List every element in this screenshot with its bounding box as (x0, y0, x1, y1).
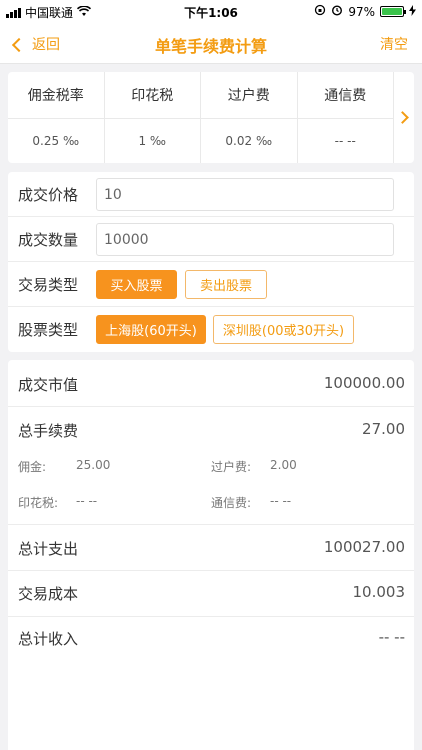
total-fee-label: 总手续费 (18, 422, 79, 440)
orientation-lock-icon (314, 4, 326, 19)
commission-label: 佣金: (18, 460, 47, 474)
rates-header-transfer: 过户费 (201, 72, 298, 118)
price-row: 成交价格 (8, 172, 414, 217)
rates-value-communication[interactable]: -- -- (298, 119, 394, 163)
input-form: 成交价格 成交数量 交易类型 买入股票 卖出股票 股票类型 上海股(60开头) … (8, 172, 414, 352)
price-label: 成交价格 (18, 186, 79, 204)
total-fee-value: 27.00 (362, 420, 405, 438)
total-expense-value: 100027.00 (323, 538, 405, 556)
shenzhen-stock-button[interactable]: 深圳股(00或30开头) (213, 315, 354, 344)
communication-fee-label: 通信费: (211, 496, 252, 510)
quantity-input[interactable] (96, 223, 394, 256)
rates-value-commission[interactable]: 0.25 ‰ (8, 119, 105, 163)
total-income-value: -- -- (378, 628, 405, 646)
sell-stock-button[interactable]: 卖出股票 (185, 270, 267, 299)
market-value-label: 成交市值 (18, 376, 79, 394)
transfer-fee-value: 2.00 (270, 458, 297, 472)
trade-cost-value: 10.003 (352, 583, 406, 601)
rates-value-stamp[interactable]: 1 ‰ (105, 119, 201, 163)
status-bar: 中国联通 下午1:06 97% (0, 0, 422, 24)
rates-value-row: 0.25 ‰ 1 ‰ 0.02 ‰ -- -- (8, 119, 394, 163)
results-card: 成交市值 100000.00 总手续费 27.00 佣金: 25.00 过户费:… (8, 360, 414, 750)
rates-header-communication: 通信费 (298, 72, 394, 118)
shanghai-stock-button[interactable]: 上海股(60开头) (96, 315, 206, 344)
stamp-tax-label: 印花税: (18, 496, 59, 510)
rates-table: 佣金税率 印花税 过户费 通信费 0.25 ‰ 1 ‰ 0.02 ‰ -- -- (8, 72, 394, 163)
trade-type-row: 交易类型 买入股票 卖出股票 (8, 262, 414, 307)
charging-icon (409, 4, 416, 19)
buy-stock-button[interactable]: 买入股票 (96, 270, 177, 299)
page-title: 单笔手续费计算 (154, 37, 267, 56)
commission-value: 25.00 (76, 458, 111, 472)
total-income-label: 总计收入 (18, 630, 79, 648)
price-input[interactable] (96, 178, 394, 211)
nav-bar: 返回 单笔手续费计算 清空 (0, 24, 422, 64)
alarm-icon (331, 4, 343, 19)
stock-type-row: 股票类型 上海股(60开头) 深圳股(00或30开头) (8, 307, 414, 352)
total-expense-label: 总计支出 (18, 540, 79, 558)
rates-scroll-right-button[interactable] (394, 72, 414, 163)
battery-percent: 97% (348, 4, 375, 19)
chevron-right-icon (395, 111, 409, 124)
rates-value-transfer[interactable]: 0.02 ‰ (201, 119, 298, 163)
stamp-tax-value: -- -- (76, 494, 98, 508)
rates-header-commission: 佣金税率 (8, 72, 105, 118)
trade-type-label: 交易类型 (18, 276, 79, 294)
stock-type-label: 股票类型 (18, 321, 79, 339)
quantity-label: 成交数量 (18, 231, 79, 249)
rates-header-row: 佣金税率 印花税 过户费 通信费 (8, 72, 394, 119)
transfer-fee-label: 过户费: (211, 460, 252, 474)
clear-button[interactable]: 清空 (380, 34, 408, 54)
communication-fee-value: -- -- (270, 494, 292, 508)
trade-cost-label: 交易成本 (18, 585, 79, 603)
battery-icon (380, 6, 406, 17)
quantity-row: 成交数量 (8, 217, 414, 262)
market-value: 100000.00 (323, 374, 405, 392)
rates-header-stamp: 印花税 (105, 72, 201, 118)
rates-table-card: 佣金税率 印花税 过户费 通信费 0.25 ‰ 1 ‰ 0.02 ‰ -- -- (8, 72, 414, 163)
